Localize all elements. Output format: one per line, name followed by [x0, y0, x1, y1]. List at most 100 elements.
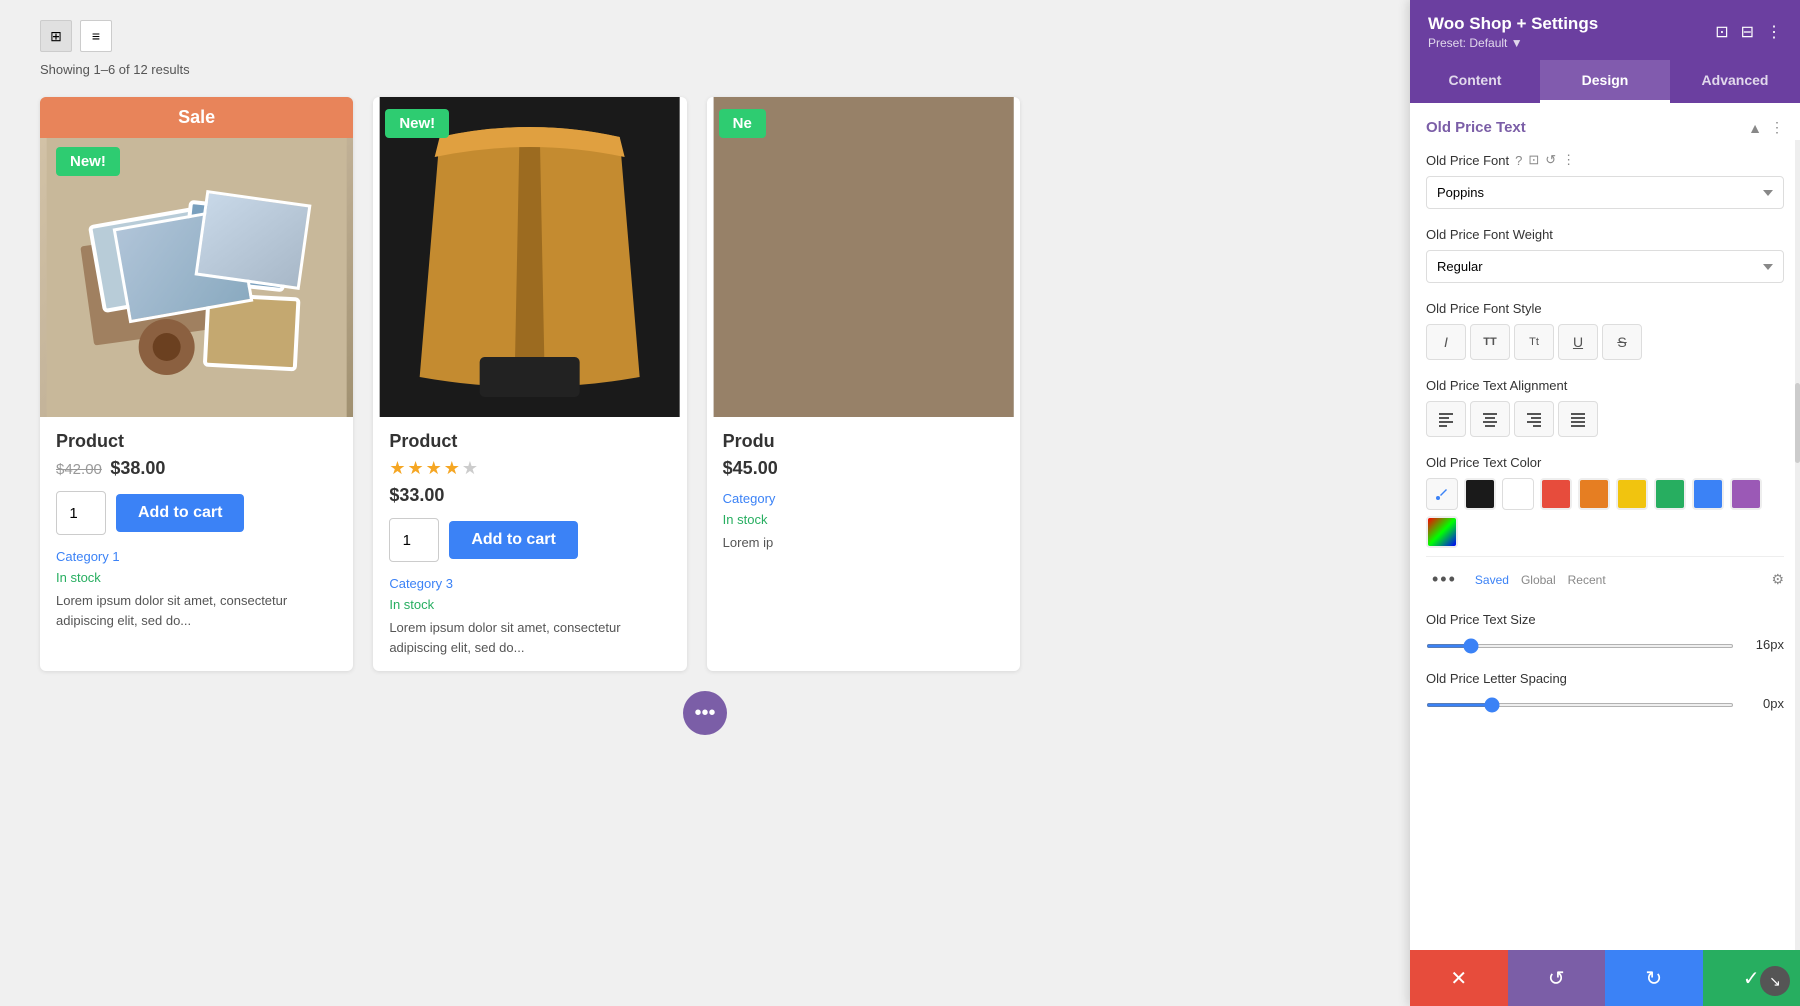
section-title: Old Price Text [1426, 119, 1526, 136]
tab-advanced[interactable]: Advanced [1670, 60, 1800, 103]
color-settings-icon[interactable]: ⚙ [1771, 571, 1784, 588]
letter-spacing-label: Old Price Letter Spacing [1426, 671, 1784, 686]
in-stock-3: In stock [723, 512, 1004, 527]
align-justify-button[interactable] [1558, 401, 1598, 437]
qty-input-2[interactable] [389, 518, 439, 562]
letter-spacing-slider-wrap [1426, 694, 1734, 712]
color-custom[interactable] [1426, 516, 1458, 548]
letter-spacing-setting: Old Price Letter Spacing 0px [1426, 671, 1784, 712]
cancel-button[interactable]: ✕ [1410, 950, 1508, 1006]
align-right-icon [1525, 410, 1543, 428]
font-select[interactable]: Poppins [1426, 176, 1784, 209]
section-controls: ▲ ⋮ [1748, 119, 1784, 136]
tab-content[interactable]: Content [1410, 60, 1540, 103]
font-weight-setting: Old Price Font Weight Regular [1426, 227, 1784, 283]
font-style-buttons: I TT Tt U S [1426, 324, 1784, 360]
align-center-icon [1481, 410, 1499, 428]
product2-image-svg [373, 97, 686, 417]
single-price-2: $33.00 [389, 485, 444, 505]
letter-spacing-slider[interactable] [1426, 703, 1734, 707]
category-link-3[interactable]: Category [723, 491, 1004, 506]
letter-spacing-value: 0px [1744, 696, 1784, 711]
section-collapse-button[interactable]: ▲ [1748, 120, 1762, 136]
color-yellow[interactable] [1616, 478, 1648, 510]
color-green[interactable] [1654, 478, 1686, 510]
view-controls: ⊞ ≡ [40, 20, 1370, 52]
section-more-button[interactable]: ⋮ [1770, 119, 1784, 136]
in-stock-2: In stock [389, 597, 670, 612]
add-to-cart-button-2[interactable]: Add to cart [449, 521, 577, 559]
category-link-1[interactable]: Category 1 [56, 549, 337, 564]
color-tab-saved[interactable]: Saved [1475, 573, 1509, 587]
section-header: Old Price Text ▲ ⋮ [1426, 119, 1784, 136]
new-badge-3: Ne [719, 109, 766, 138]
pagination-dots-button[interactable]: ••• [683, 691, 727, 735]
panel-body: Old Price Text ▲ ⋮ Old Price Font ? ⊡ ↺ … [1410, 103, 1800, 950]
underline-button[interactable]: U [1558, 324, 1598, 360]
tab-design[interactable]: Design [1540, 60, 1670, 103]
product-info-1: Product $42.00 $38.00 Add to cart Catego… [40, 417, 353, 644]
panel-title: Woo Shop + Settings [1428, 14, 1598, 34]
align-right-button[interactable] [1514, 401, 1554, 437]
product-title-1: Product [56, 431, 337, 452]
text-size-slider[interactable] [1426, 644, 1734, 648]
text-size-setting: Old Price Text Size 16px [1426, 612, 1784, 653]
panel-subtitle: Preset: Default ▼ [1428, 36, 1598, 50]
font-weight-select[interactable]: Regular [1426, 250, 1784, 283]
dropper-icon [1435, 487, 1449, 501]
sale-banner: Sale [40, 97, 353, 138]
text-size-label: Old Price Text Size [1426, 612, 1784, 627]
product-image-3: Ne [707, 97, 1020, 417]
product-card-1: Sale New! Product $42.00 $38.00 Add to c… [40, 97, 353, 671]
color-purple[interactable] [1730, 478, 1762, 510]
new-badge-1: New! [56, 147, 120, 176]
grid-view-button[interactable]: ⊞ [40, 20, 72, 52]
color-dropper[interactable] [1426, 478, 1458, 510]
more-options-icon[interactable]: ⋮ [1766, 22, 1782, 42]
product-image-1: Sale New! [40, 97, 353, 417]
uppercase-button[interactable]: TT [1470, 324, 1510, 360]
cart-row-1: Add to cart [56, 491, 337, 535]
capitalize-button[interactable]: Tt [1514, 324, 1554, 360]
font-select-wrap: Poppins [1426, 176, 1784, 209]
list-view-button[interactable]: ≡ [80, 20, 112, 52]
product-card-2: New! Product ★ ★ ★ ★ ★ $33.00 Add to car… [373, 97, 686, 671]
category-link-2[interactable]: Category 3 [389, 576, 670, 591]
font-device-icon[interactable]: ⊡ [1528, 152, 1539, 168]
color-white[interactable] [1502, 478, 1534, 510]
color-blue[interactable] [1692, 478, 1724, 510]
text-size-value: 16px [1744, 637, 1784, 652]
font-more-icon[interactable]: ⋮ [1562, 152, 1575, 168]
redo-button[interactable]: ↻ [1605, 950, 1703, 1006]
text-color-label: Old Price Text Color [1426, 455, 1784, 470]
responsive-icon[interactable]: ⊡ [1715, 22, 1728, 42]
font-reset-icon[interactable]: ↺ [1545, 152, 1556, 168]
align-center-button[interactable] [1470, 401, 1510, 437]
color-tab-recent[interactable]: Recent [1568, 573, 1606, 587]
font-weight-label: Old Price Font Weight [1426, 227, 1784, 242]
color-more-button[interactable]: ••• [1426, 565, 1463, 594]
color-black[interactable] [1464, 478, 1496, 510]
text-alignment-setting: Old Price Text Alignment [1426, 378, 1784, 437]
layout-icon[interactable]: ⊟ [1741, 22, 1754, 42]
align-left-button[interactable] [1426, 401, 1466, 437]
in-stock-1: In stock [56, 570, 337, 585]
add-to-cart-button-1[interactable]: Add to cart [116, 494, 244, 532]
scroll-indicator [1795, 140, 1800, 950]
color-red[interactable] [1540, 478, 1572, 510]
qty-input-1[interactable] [56, 491, 106, 535]
strikethrough-button[interactable]: S [1602, 324, 1642, 360]
text-size-slider-row: 16px [1426, 635, 1784, 653]
italic-button[interactable]: I [1426, 324, 1466, 360]
resize-handle[interactable]: ↘ [1760, 966, 1790, 996]
font-style-label: Old Price Font Style [1426, 301, 1784, 316]
description-2: Lorem ipsum dolor sit amet, consectetur … [389, 618, 670, 657]
color-orange[interactable] [1578, 478, 1610, 510]
font-help-icon[interactable]: ? [1515, 153, 1522, 168]
color-tab-global[interactable]: Global [1521, 573, 1556, 587]
scroll-thumb [1795, 383, 1800, 463]
align-left-icon [1437, 410, 1455, 428]
products-grid: Sale New! Product $42.00 $38.00 Add to c… [40, 97, 1020, 671]
product-info-3: Produ $45.00 Category In stock Lorem ip [707, 417, 1020, 567]
undo-button[interactable]: ↺ [1508, 950, 1606, 1006]
